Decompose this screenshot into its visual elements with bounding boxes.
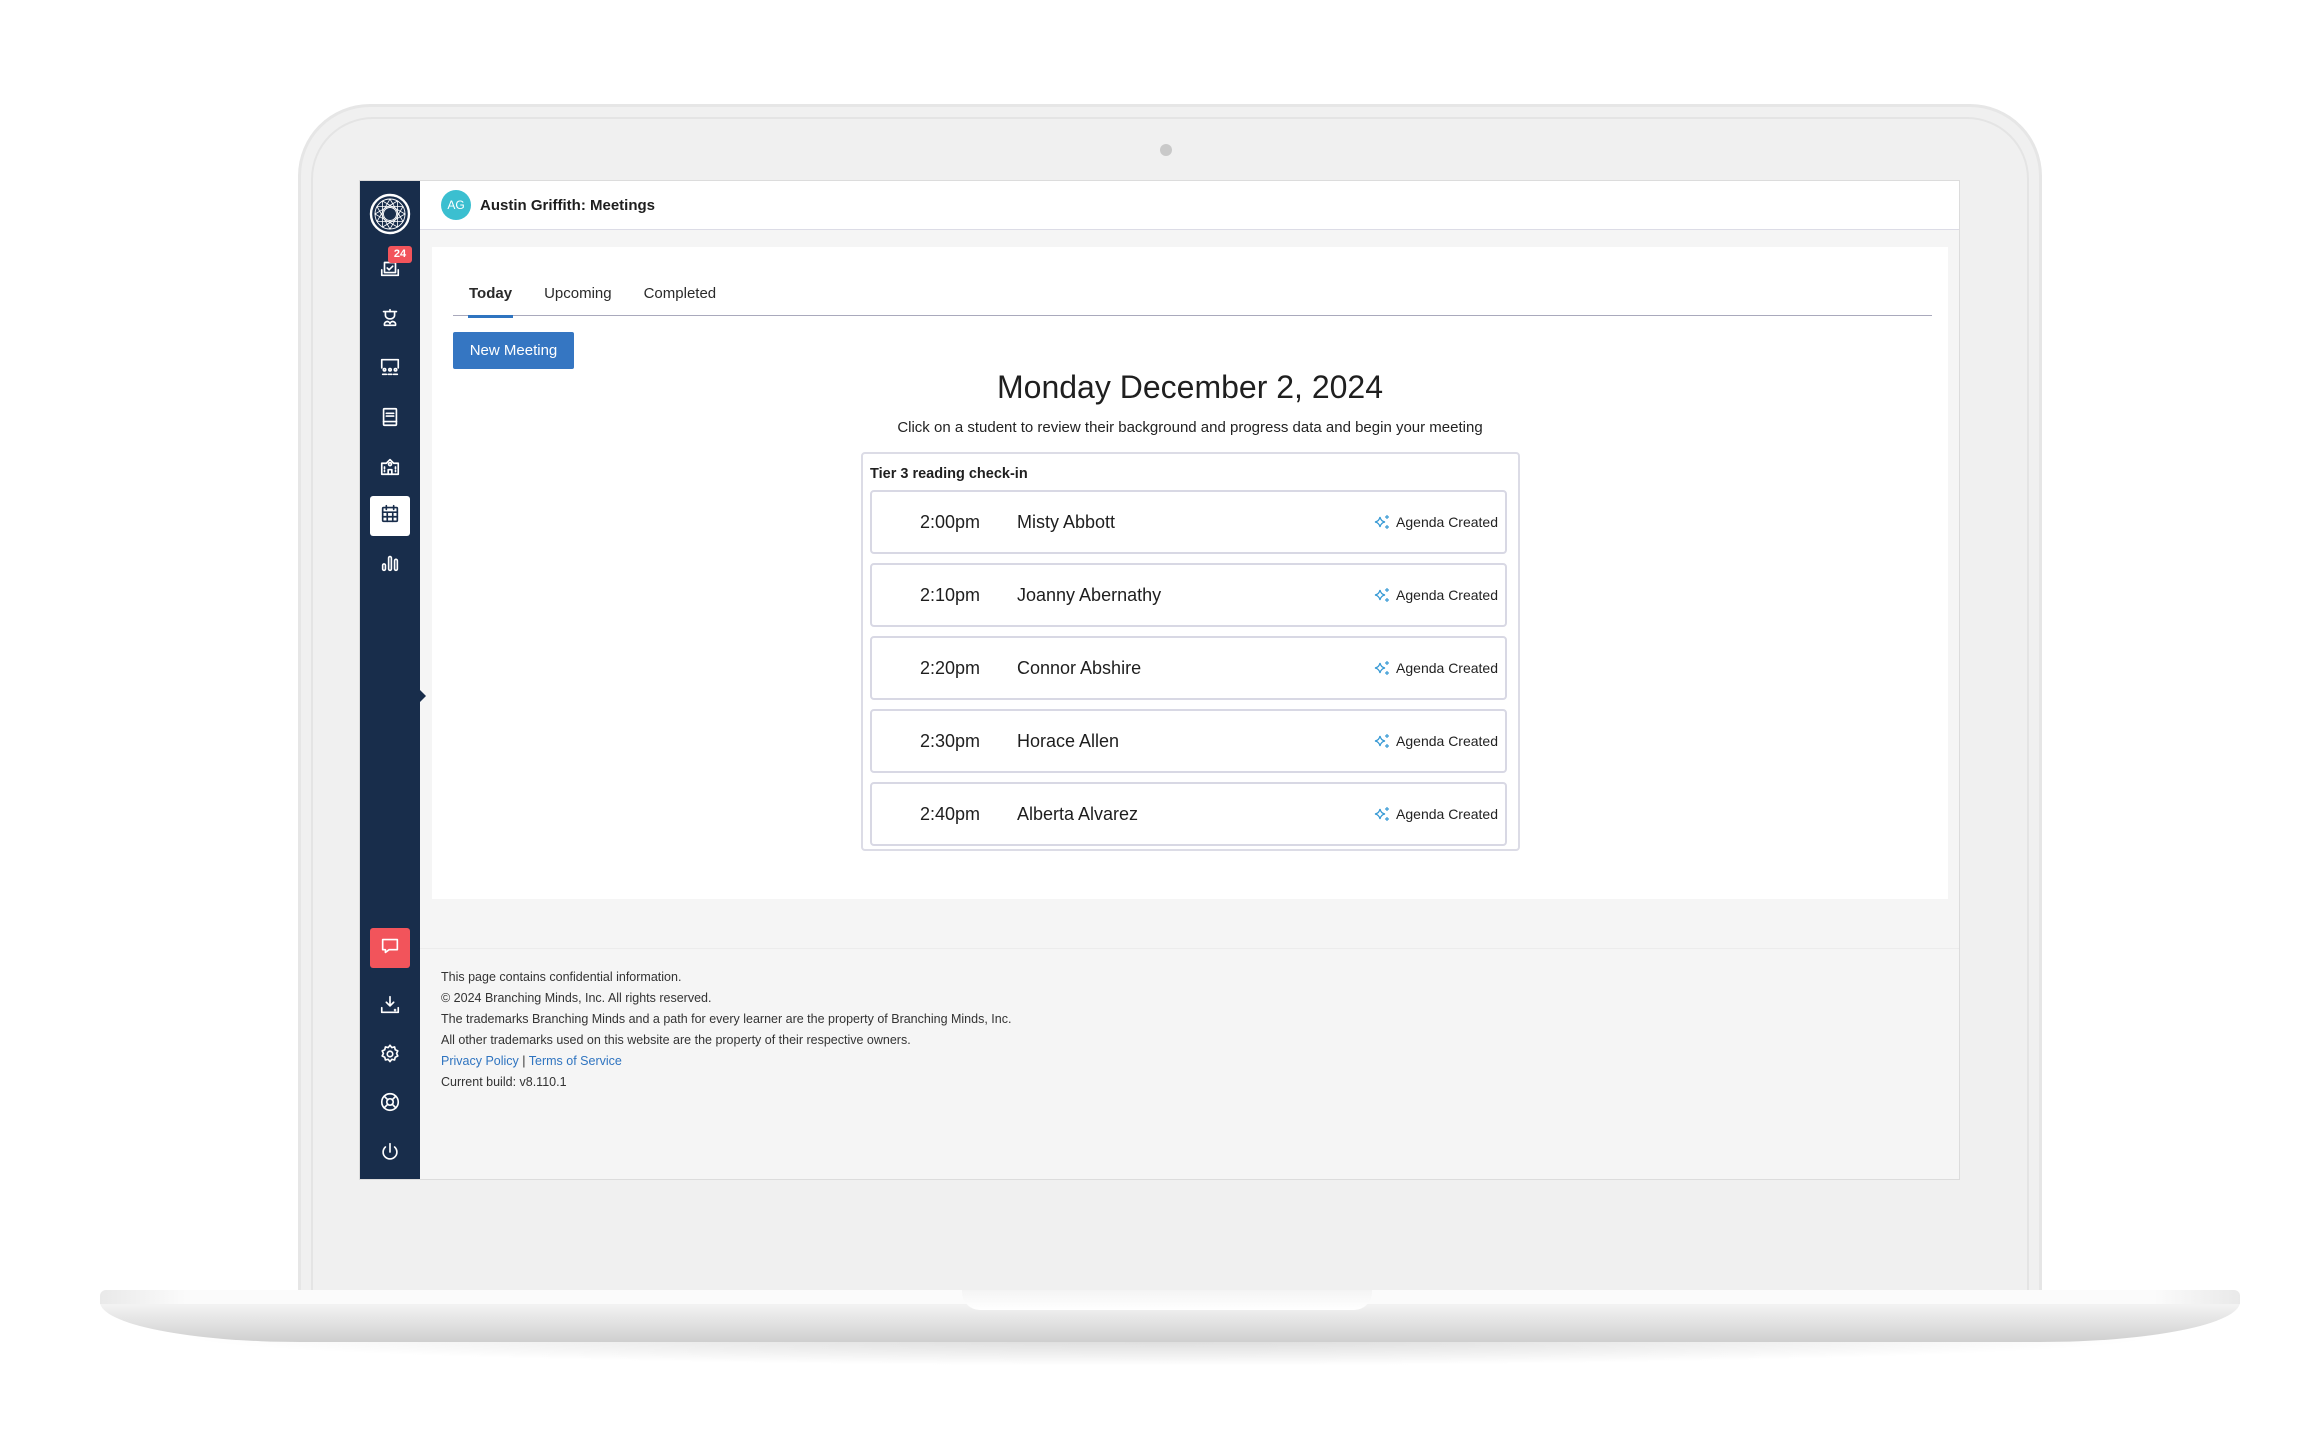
student-name: Connor Abshire: [1017, 658, 1142, 678]
sidebar-item-library[interactable]: [370, 399, 410, 439]
sparkle-icon: [1374, 807, 1390, 821]
branching-minds-logo-icon[interactable]: [369, 193, 411, 235]
meeting-row[interactable]: 2:00pm Misty Abbott Agenda Created: [870, 490, 1507, 554]
laptop-notch: [962, 1290, 1372, 1310]
sidebar-item-downloads[interactable]: [370, 987, 410, 1027]
calendar-icon: [379, 503, 401, 530]
meeting-row[interactable]: 2:10pm Joanny Abernathy Agenda Created: [870, 563, 1507, 627]
gear-icon: [379, 1043, 401, 1070]
privacy-policy-link[interactable]: Privacy Policy: [441, 1054, 519, 1068]
agenda-status-label: Agenda Created: [1396, 660, 1498, 676]
meeting-time: 2:30pm: [920, 731, 981, 751]
copyright-notice: © 2024 Branching Minds, Inc. All rights …: [441, 991, 712, 1005]
trademark-notice: The trademarks Branching Minds and a pat…: [441, 1012, 1012, 1026]
meeting-time: 2:40pm: [920, 804, 981, 824]
sidebar: 24: [360, 181, 426, 1179]
sidebar-item-reports[interactable]: [370, 545, 410, 585]
sidebar-item-school[interactable]: [370, 448, 410, 488]
active-item-caret: [420, 690, 426, 702]
build-version: Current build: v8.110.1: [441, 1075, 567, 1089]
instructions-text: Click on a student to review their backg…: [897, 419, 1483, 436]
sparkle-icon: [1374, 515, 1390, 529]
school-building-icon: [379, 455, 401, 482]
sidebar-item-classes[interactable]: [370, 349, 410, 389]
power-icon: [379, 1141, 401, 1168]
other-trademarks-notice: All other trademarks used on this websit…: [441, 1033, 911, 1047]
page-footer: This page contains confidential informat…: [420, 948, 1959, 1179]
book-icon: [379, 406, 401, 433]
student-name: Horace Allen: [1017, 731, 1120, 751]
agenda-status: Agenda Created: [1374, 514, 1498, 530]
sidebar-item-feedback[interactable]: [370, 928, 410, 968]
tab-completed[interactable]: Completed: [628, 275, 733, 316]
agenda-status: Agenda Created: [1374, 587, 1498, 603]
terms-of-service-link[interactable]: Terms of Service: [529, 1054, 622, 1068]
sidebar-item-students[interactable]: [370, 300, 410, 340]
date-heading: Monday December 2, 2024: [997, 369, 1383, 405]
page-title: Austin Griffith: Meetings: [480, 196, 655, 214]
agenda-status: Agenda Created: [1374, 660, 1498, 676]
agenda-status-label: Agenda Created: [1396, 733, 1498, 749]
sidebar-item-logout[interactable]: [370, 1134, 410, 1174]
meeting-row[interactable]: 2:30pm Horace Allen Agenda Created: [870, 709, 1507, 773]
meeting-time: 2:20pm: [920, 658, 981, 678]
legal-links: Privacy Policy | Terms of Service: [441, 1051, 1011, 1072]
meeting-row[interactable]: 2:40pm Alberta Alvarez Agenda Created: [870, 782, 1507, 846]
meeting-group: Tier 3 reading check-in 2:00pm Misty Abb…: [861, 452, 1520, 851]
sidebar-item-settings[interactable]: [370, 1036, 410, 1076]
graduate-student-icon: [379, 307, 401, 334]
confidential-notice: This page contains confidential informat…: [441, 970, 682, 984]
meeting-row[interactable]: 2:20pm Connor Abshire Agenda Created: [870, 636, 1507, 700]
student-name: Joanny Abernathy: [1017, 585, 1162, 605]
notification-badge: 24: [388, 246, 412, 263]
chat-bubble-icon: [379, 935, 401, 962]
new-meeting-button[interactable]: New Meeting: [453, 332, 574, 369]
meetings-card: Today Upcoming Completed New Meeting Mon…: [432, 247, 1948, 899]
sparkle-icon: [1374, 734, 1390, 748]
sidebar-item-meetings[interactable]: [370, 496, 410, 536]
app-screen: 24 AG Austin Griffith: Meetings Today Up…: [359, 180, 1960, 1180]
tab-upcoming[interactable]: Upcoming: [528, 275, 628, 316]
avatar: AG: [441, 190, 471, 220]
sparkle-icon: [1374, 588, 1390, 602]
agenda-status: Agenda Created: [1374, 733, 1498, 749]
agenda-status: Agenda Created: [1374, 806, 1498, 822]
agenda-status-label: Agenda Created: [1396, 587, 1498, 603]
download-tray-icon: [379, 994, 401, 1021]
sparkle-icon: [1374, 661, 1390, 675]
link-separator: |: [522, 1054, 526, 1068]
page-header: AG Austin Griffith: Meetings: [420, 181, 1959, 230]
meeting-time: 2:00pm: [920, 512, 981, 532]
meeting-time: 2:10pm: [920, 585, 981, 605]
sidebar-item-help[interactable]: [370, 1084, 410, 1124]
agenda-status-label: Agenda Created: [1396, 514, 1498, 530]
meeting-tabs: Today Upcoming Completed: [453, 275, 1932, 318]
student-name: Alberta Alvarez: [1017, 804, 1139, 824]
tab-today[interactable]: Today: [453, 275, 528, 318]
laptop-camera: [1160, 144, 1172, 156]
classroom-icon: [379, 356, 401, 383]
agenda-status-label: Agenda Created: [1396, 806, 1498, 822]
student-name: Misty Abbott: [1017, 512, 1116, 532]
meeting-group-title: Tier 3 reading check-in: [870, 466, 1028, 482]
bar-chart-icon: [379, 552, 401, 579]
lifebuoy-icon: [379, 1091, 401, 1118]
